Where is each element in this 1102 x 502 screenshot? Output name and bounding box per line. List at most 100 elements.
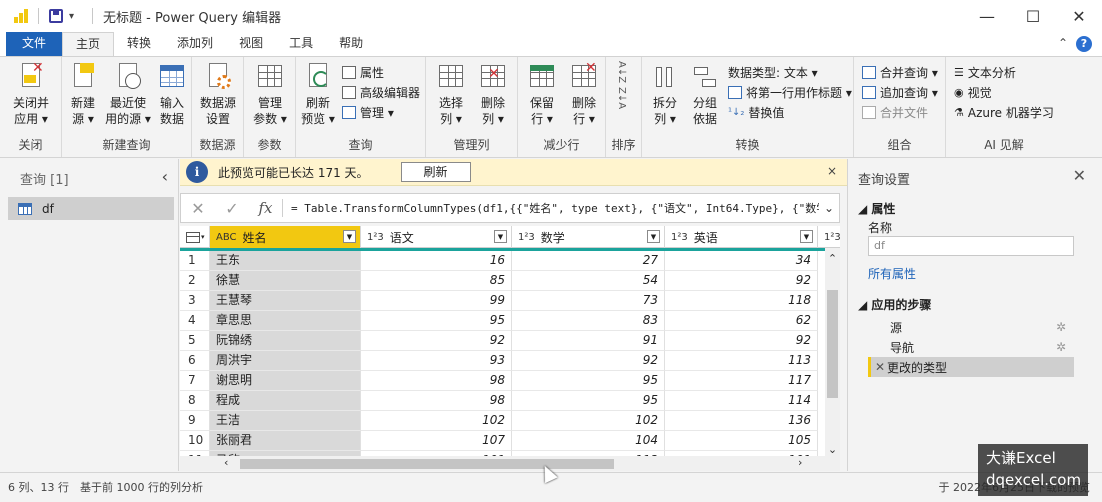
table-cell[interactable]: 92: [665, 331, 818, 351]
table-cell[interactable]: 95: [361, 311, 512, 331]
azure-ml-button[interactable]: ⚗ Azure 机器学习: [954, 103, 1054, 121]
quick-access-dropdown-icon[interactable]: ▾: [69, 11, 74, 22]
table-cell[interactable]: 104: [512, 431, 665, 451]
column-filter-icon[interactable]: ▼: [343, 230, 356, 243]
table-cell[interactable]: 92: [665, 271, 818, 291]
table-row[interactable]: 4 章思思 95 83 62: [180, 311, 825, 331]
remove-rows-button[interactable]: ✕ 删除 行 ▾: [564, 61, 604, 127]
table-cell[interactable]: 98: [361, 391, 512, 411]
sort-descending-button[interactable]: Z↓A: [616, 87, 627, 109]
table-cell[interactable]: 34: [665, 251, 818, 271]
step-navigation[interactable]: 导航 ✲: [868, 337, 1074, 357]
column-header-name[interactable]: ABC 姓名 ▼: [210, 226, 361, 248]
collapse-ribbon-icon[interactable]: ⌃: [1058, 36, 1068, 52]
table-cell[interactable]: 王东: [210, 251, 361, 271]
table-row[interactable]: 9 王洁 102 102 136: [180, 411, 825, 431]
table-row[interactable]: 8 程成 98 95 114: [180, 391, 825, 411]
data-source-settings-button[interactable]: 数据源 设置: [196, 61, 240, 127]
scroll-up-icon[interactable]: ⌃: [825, 252, 840, 265]
table-cell[interactable]: 98: [361, 371, 512, 391]
scroll-right-icon[interactable]: ›: [798, 456, 802, 469]
enter-data-button[interactable]: 输入 数据: [154, 61, 190, 127]
data-type-dropdown[interactable]: 数据类型: 文本 ▾: [728, 63, 818, 81]
tab-tools[interactable]: 工具: [276, 32, 326, 56]
table-cell[interactable]: 王洁: [210, 411, 361, 431]
refresh-preview-button[interactable]: 刷新 预览 ▾: [298, 61, 338, 127]
tab-home[interactable]: 主页: [62, 32, 115, 56]
step-changed-type[interactable]: ✕ 更改的类型: [868, 357, 1074, 377]
tab-help[interactable]: 帮助: [326, 32, 376, 56]
properties-button[interactable]: 属性: [342, 63, 384, 81]
dismiss-warning-icon[interactable]: ×: [827, 164, 837, 178]
horizontal-scroll-thumb[interactable]: [240, 459, 614, 469]
replace-values-button[interactable]: ¹↓₂ 替换值: [728, 103, 784, 121]
number-type-icon[interactable]: 1²3: [367, 232, 384, 243]
tab-file[interactable]: 文件: [6, 32, 63, 56]
table-cell[interactable]: 91: [512, 331, 665, 351]
table-cell[interactable]: 99: [361, 291, 512, 311]
table-cell[interactable]: 95: [512, 391, 665, 411]
append-queries-button[interactable]: 追加查询 ▾: [862, 83, 938, 101]
expand-formula-icon[interactable]: ⌄: [819, 201, 839, 215]
table-cell[interactable]: 114: [665, 391, 818, 411]
all-properties-link[interactable]: 所有属性: [868, 265, 916, 282]
tab-transform[interactable]: 转换: [114, 32, 164, 56]
close-settings-icon[interactable]: ✕: [1073, 166, 1086, 185]
column-header-english[interactable]: 1²3 英语 ▼: [665, 226, 818, 248]
group-by-button[interactable]: 分组 依据: [686, 61, 724, 127]
column-filter-icon[interactable]: ▼: [494, 230, 507, 243]
text-type-icon[interactable]: ABC: [216, 232, 237, 243]
combine-files-button[interactable]: 合并文件: [862, 103, 928, 121]
vision-button[interactable]: ◉ 视觉: [954, 83, 992, 101]
table-row[interactable]: 3 王慧琴 99 73 118: [180, 291, 825, 311]
table-row[interactable]: 6 周洪宇 93 92 113: [180, 351, 825, 371]
number-type-icon[interactable]: 1²3: [824, 232, 840, 243]
table-cell[interactable]: 117: [665, 371, 818, 391]
help-icon[interactable]: ?: [1076, 36, 1092, 52]
step-settings-gear-icon[interactable]: ✲: [1056, 340, 1066, 354]
vertical-scrollbar[interactable]: ⌃ ⌄: [825, 248, 840, 456]
table-cell[interactable]: 章思思: [210, 311, 361, 331]
keep-rows-button[interactable]: 保留 行 ▾: [522, 61, 562, 127]
text-analytics-button[interactable]: ☰ 文本分析: [954, 63, 1016, 81]
fx-icon[interactable]: fx: [249, 199, 283, 217]
table-cell[interactable]: 93: [361, 351, 512, 371]
properties-section-header[interactable]: ◢ 属性: [858, 200, 895, 217]
use-first-row-as-headers-button[interactable]: 将第一行用作标题 ▾: [728, 83, 852, 101]
applied-steps-header[interactable]: ◢ 应用的步骤: [858, 296, 931, 313]
formula-input[interactable]: = Table.TransformColumnTypes(df1,{{"姓名",…: [283, 200, 819, 216]
table-cell[interactable]: 徐慧: [210, 271, 361, 291]
table-cell[interactable]: 谢思明: [210, 371, 361, 391]
table-row[interactable]: 1 王东 16 27 34: [180, 251, 825, 271]
close-apply-button[interactable]: ✕ 关闭并 应用 ▾: [6, 61, 56, 127]
step-settings-gear-icon[interactable]: ✲: [1056, 320, 1066, 334]
maximize-button[interactable]: ☐: [1010, 0, 1056, 32]
delete-step-icon[interactable]: ✕: [875, 360, 885, 374]
save-icon[interactable]: [49, 9, 63, 23]
table-row[interactable]: 5 阮锦绣 92 91 92: [180, 331, 825, 351]
refresh-button[interactable]: 刷新: [400, 162, 471, 182]
table-cell[interactable]: 136: [665, 411, 818, 431]
column-filter-icon[interactable]: ▼: [647, 230, 660, 243]
query-item-df[interactable]: df: [8, 197, 174, 220]
column-header-chinese[interactable]: 1²3 语文 ▼: [361, 226, 512, 248]
new-source-button[interactable]: 新建 源 ▾: [64, 61, 102, 127]
table-cell[interactable]: 95: [512, 371, 665, 391]
remove-columns-button[interactable]: ✕ 删除 列 ▾: [474, 61, 512, 127]
scroll-left-icon[interactable]: ‹: [224, 456, 228, 469]
table-cell[interactable]: 阮锦绣: [210, 331, 361, 351]
table-row[interactable]: 10 张丽君 107 104 105: [180, 431, 825, 451]
minimize-button[interactable]: —: [964, 0, 1010, 32]
tab-add-column[interactable]: 添加列: [164, 32, 226, 56]
choose-columns-button[interactable]: 选择 列 ▾: [432, 61, 470, 127]
table-cell[interactable]: 107: [361, 431, 512, 451]
table-cell[interactable]: 85: [361, 271, 512, 291]
column-header-math[interactable]: 1²3 数学 ▼: [512, 226, 665, 248]
table-cell[interactable]: 105: [665, 431, 818, 451]
column-header-next[interactable]: 1²3: [818, 226, 840, 248]
table-cell[interactable]: 张丽君: [210, 431, 361, 451]
advanced-editor-button[interactable]: 高级编辑器: [342, 83, 420, 101]
table-cell[interactable]: 92: [361, 331, 512, 351]
status-column-profiling[interactable]: 基于前 1000 行的列分析: [80, 479, 203, 495]
column-filter-icon[interactable]: ▼: [800, 230, 813, 243]
